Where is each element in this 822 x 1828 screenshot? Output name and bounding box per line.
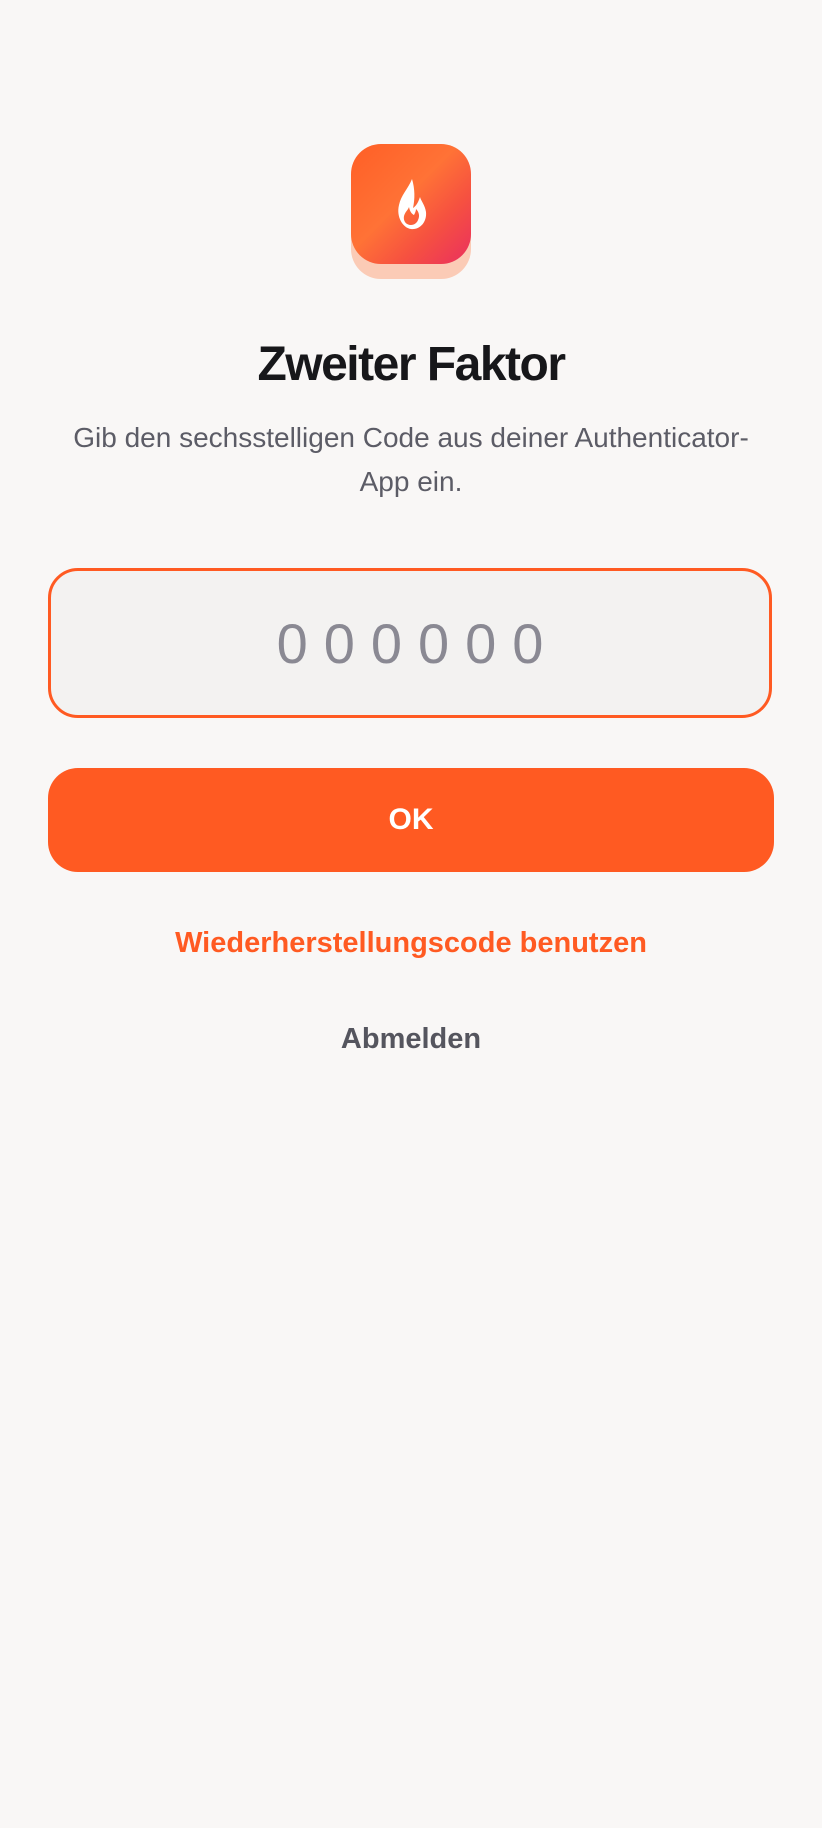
logout-link[interactable]: Abmelden [0, 1016, 822, 1062]
code-input-field[interactable] [48, 568, 772, 718]
flame-icon [398, 179, 427, 230]
ok-button[interactable]: OK [48, 768, 774, 872]
app-logo [351, 144, 471, 279]
two-factor-screen: Zweiter Faktor Gib den sechsstelligen Co… [0, 0, 822, 1828]
page-subtitle: Gib den sechsstelligen Code aus deiner A… [73, 422, 749, 497]
code-input[interactable] [51, 571, 769, 715]
page-title: Zweiter Faktor [257, 338, 566, 391]
use-recovery-code-link[interactable]: Wiederherstellungscode benutzen [0, 920, 822, 966]
logo-tile [351, 144, 471, 264]
